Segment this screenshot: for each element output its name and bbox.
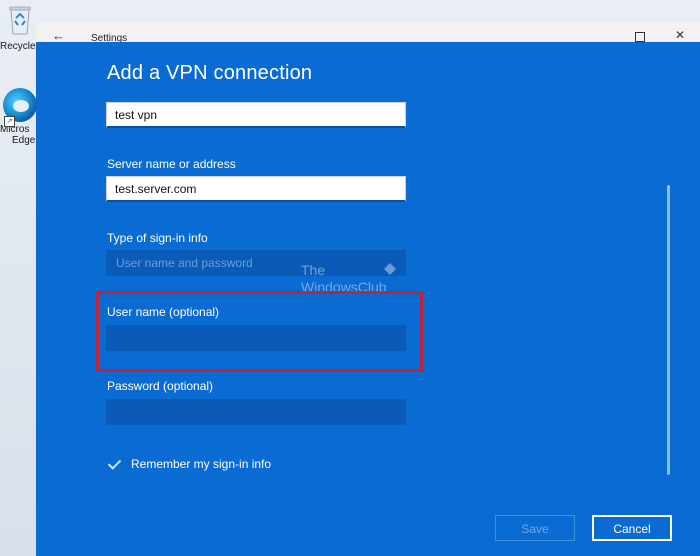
remember-signin-checkbox[interactable]: Remember my sign-in info xyxy=(107,456,271,472)
connection-name-input[interactable] xyxy=(106,102,406,128)
watermark-line1: The xyxy=(301,262,326,278)
scrollbar[interactable] xyxy=(667,185,670,475)
back-arrow-icon[interactable]: ← xyxy=(52,28,65,43)
server-label: Server name or address xyxy=(107,157,236,171)
checkmark-icon xyxy=(107,456,123,472)
window-titlebar[interactable] xyxy=(36,22,700,44)
server-address-input[interactable] xyxy=(106,176,406,202)
desktop-icon-recycle-bin[interactable]: Recycle xyxy=(0,2,40,52)
password-label: Password (optional) xyxy=(107,379,214,393)
recycle-bin-icon xyxy=(9,6,31,35)
maximize-icon[interactable] xyxy=(635,32,645,42)
watermark-logo-icon xyxy=(384,263,396,275)
dialog-title: Add a VPN connection xyxy=(107,62,313,84)
password-input[interactable] xyxy=(106,399,406,425)
red-highlight-box xyxy=(96,291,423,372)
signin-type-label: Type of sign-in info xyxy=(107,231,208,245)
shortcut-arrow-icon: ↗ xyxy=(4,116,15,127)
cancel-button[interactable]: Cancel xyxy=(592,515,672,541)
save-button[interactable]: Save xyxy=(495,515,575,541)
close-icon[interactable]: ✕ xyxy=(675,28,685,42)
remember-signin-label: Remember my sign-in info xyxy=(131,457,272,471)
recycle-bin-label: Recycle xyxy=(0,41,36,52)
